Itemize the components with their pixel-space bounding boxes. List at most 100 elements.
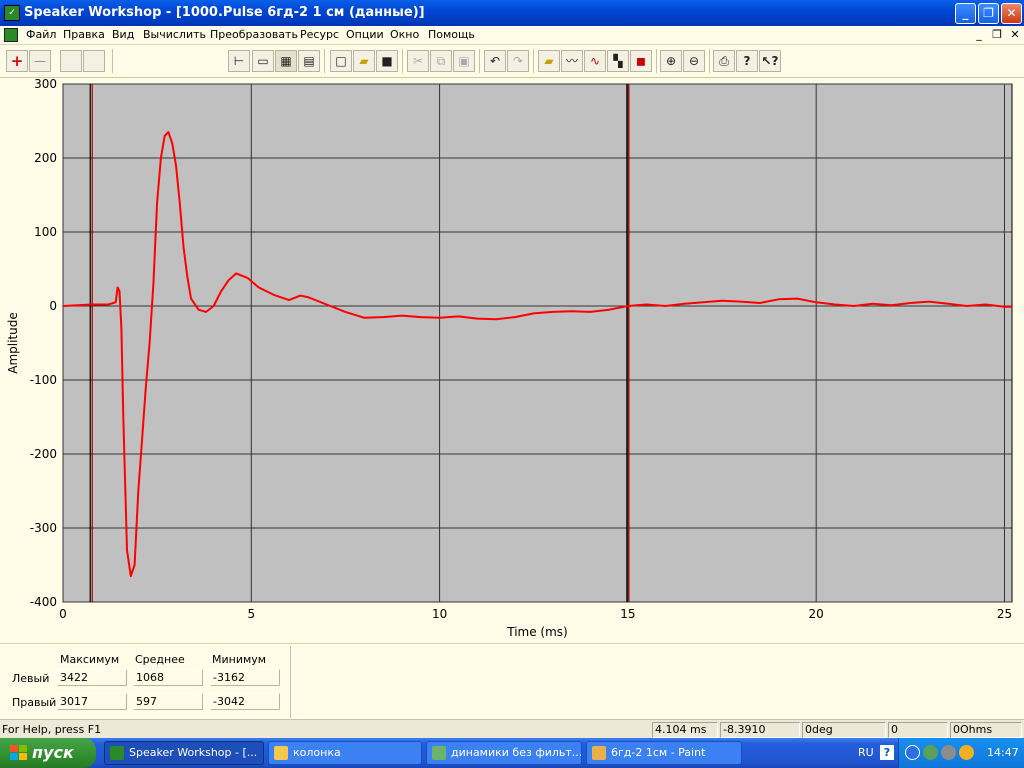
toolbar: + — ⊢ ▭ ▦ ▤ □ ▰ ■ ✂ ⧉ ▣ ↶ ↷ ▰ 〰 ∿ ▚ ◼ ⊕ … — [0, 45, 1024, 78]
system-tray: 14:47 — [898, 738, 1024, 768]
toolbar-separator — [533, 49, 534, 73]
zoom-out-icon[interactable]: ⊖ — [683, 50, 705, 72]
stats-panel: Максимум Среднее Минимум Левый Правый 34… — [0, 643, 1024, 719]
task-image-viewer[interactable]: динамики без фильт... — [426, 741, 582, 765]
task-label: колонка — [293, 746, 341, 759]
save-icon[interactable]: ■ — [376, 50, 398, 72]
right-max-value: 3017 — [57, 693, 127, 710]
redo-icon[interactable]: ↷ — [507, 50, 529, 72]
folder-icon — [274, 746, 288, 760]
status-zero: 0 — [888, 722, 948, 738]
measure-icon[interactable]: ▚ — [607, 50, 629, 72]
x-tick-label: 5 — [247, 607, 255, 621]
menu-help[interactable]: Помощь — [428, 28, 475, 41]
open-folder-icon[interactable]: ▰ — [353, 50, 375, 72]
menu-file[interactable]: Файл — [26, 28, 56, 41]
menu-edit[interactable]: Правка — [63, 28, 105, 41]
x-tick-label: 0 — [59, 607, 67, 621]
y-tick-label: 0 — [49, 299, 57, 313]
paste-icon[interactable]: ▣ — [453, 50, 475, 72]
y-tick-label: -400 — [30, 595, 57, 609]
toolbar-separator — [479, 49, 480, 73]
start-label: пуск — [32, 743, 74, 762]
tray-network-icon[interactable] — [923, 745, 938, 760]
menu-options[interactable]: Опции — [346, 28, 384, 41]
language-indicator[interactable]: RU — [858, 746, 874, 759]
status-time: 4.104 ms — [652, 722, 718, 738]
y-tick-label: -300 — [30, 521, 57, 535]
x-axis-label: Time (ms) — [506, 625, 568, 639]
pulse-chart[interactable]: 300 200 100 0 -100 -200 -300 -400 0 5 10 15 20 25 Ti… — [0, 78, 1024, 643]
task-folder[interactable]: колонка — [268, 741, 422, 765]
chart-area: 300 200 100 0 -100 -200 -300 -400 0 5 10 15 20 25 Ti… — [0, 78, 1024, 643]
left-avg-value: 1068 — [133, 669, 203, 686]
new-file-icon[interactable]: □ — [330, 50, 352, 72]
record-icon[interactable]: ◼ — [630, 50, 652, 72]
copy-icon[interactable]: ⧉ — [430, 50, 452, 72]
speaker-workshop-icon — [110, 746, 124, 760]
y-tick-label: 100 — [34, 225, 57, 239]
task-paint[interactable]: 6гд-2 1см - Paint — [586, 741, 742, 765]
context-help-icon[interactable]: ↖? — [759, 50, 781, 72]
tree-view-icon[interactable]: ⊢ — [228, 50, 250, 72]
x-tick-label: 25 — [997, 607, 1012, 621]
status-bar: For Help, press F1 4.104 ms -8.3910 0deg… — [0, 719, 1024, 738]
y-axis-label: Amplitude — [6, 312, 20, 374]
view-list-icon[interactable]: ▤ — [298, 50, 320, 72]
mdi-minimize-button[interactable]: _ — [972, 27, 986, 42]
cut-icon[interactable]: ✂ — [407, 50, 429, 72]
task-label: 6гд-2 1см - Paint — [611, 746, 706, 759]
help-icon[interactable]: ? — [880, 745, 894, 760]
picture-icon — [432, 746, 446, 760]
print-icon[interactable]: ⎙ — [713, 50, 735, 72]
tray-volume-icon[interactable] — [941, 745, 956, 760]
toolbar-separator — [709, 49, 710, 73]
minimize-button[interactable]: _ — [955, 3, 976, 24]
status-phase: 0deg — [802, 722, 886, 738]
right-min-value: -3042 — [210, 693, 280, 710]
taskbar: пуск Speaker Workshop - [... колонка дин… — [0, 738, 1024, 768]
remove-marker-button[interactable]: — — [29, 50, 51, 72]
document-icon[interactable] — [4, 28, 18, 42]
menu-calculate[interactable]: Вычислить — [143, 28, 206, 41]
stats-header-avg: Среднее — [135, 653, 185, 666]
status-value: -8.3910 — [720, 722, 800, 738]
start-button[interactable]: пуск — [0, 738, 96, 768]
clock: 14:47 — [987, 746, 1019, 759]
close-button[interactable]: ✕ — [1001, 3, 1022, 24]
blank-tool-2[interactable] — [83, 50, 105, 72]
menu-transform[interactable]: Преобразовать — [210, 28, 298, 41]
y-tick-label: -100 — [30, 373, 57, 387]
menu-resource[interactable]: Ресурс — [300, 28, 339, 41]
open-resource-icon[interactable]: ▰ — [538, 50, 560, 72]
mdi-restore-button[interactable]: ❐ — [990, 27, 1004, 42]
task-label: динамики без фильт... — [451, 746, 582, 759]
waveform-icon[interactable]: 〰 — [561, 50, 583, 72]
stats-row-left: Левый — [12, 672, 50, 685]
maximize-button[interactable]: ❐ — [978, 3, 999, 24]
x-tick-label: 20 — [809, 607, 824, 621]
blank-tool-1[interactable] — [60, 50, 82, 72]
stats-row-right: Правый — [12, 696, 57, 709]
task-label: Speaker Workshop - [... — [129, 746, 258, 759]
add-marker-button[interactable]: + — [6, 50, 28, 72]
tray-chevron-icon[interactable] — [905, 745, 920, 760]
status-ohms: 0Ohms — [950, 722, 1022, 738]
view-details-icon[interactable]: ▦ — [275, 50, 297, 72]
mdi-close-button[interactable]: ✕ — [1008, 27, 1022, 42]
x-tick-label: 15 — [620, 607, 635, 621]
view-large-icon[interactable]: ▭ — [252, 50, 274, 72]
task-speaker-workshop[interactable]: Speaker Workshop - [... — [104, 741, 264, 765]
toolbar-separator — [112, 49, 113, 73]
y-tick-label: 200 — [34, 151, 57, 165]
menu-window[interactable]: Окно — [390, 28, 419, 41]
app-icon[interactable]: ✓ — [4, 5, 20, 21]
zoom-in-icon[interactable]: ⊕ — [660, 50, 682, 72]
tray-antivirus-icon[interactable] — [959, 745, 974, 760]
left-min-value: -3162 — [210, 669, 280, 686]
undo-icon[interactable]: ↶ — [484, 50, 506, 72]
chart-icon[interactable]: ∿ — [584, 50, 606, 72]
status-help-text: For Help, press F1 — [2, 723, 102, 736]
help-icon[interactable]: ? — [736, 50, 758, 72]
menu-view[interactable]: Вид — [112, 28, 134, 41]
